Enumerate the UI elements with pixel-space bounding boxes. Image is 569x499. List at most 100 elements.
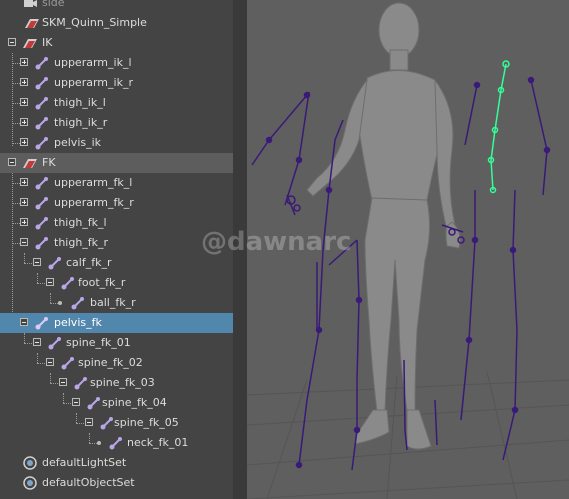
outliner-item-spine-fk-05[interactable]: spine_fk_05	[0, 413, 233, 433]
collapse-toggle[interactable]	[8, 158, 16, 166]
joint-icon	[35, 77, 48, 90]
outliner-item-label: spine_fk_05	[114, 416, 179, 429]
outliner-item-label: pelvis_fk	[54, 316, 102, 329]
collapse-toggle[interactable]	[8, 38, 16, 46]
character-mesh	[306, 2, 461, 450]
expand-toggle[interactable]	[20, 118, 28, 126]
outliner-item-spine-fk-02[interactable]: spine_fk_02	[0, 353, 233, 373]
outliner-item-upperarm-ik-l[interactable]: upperarm_ik_l	[0, 53, 233, 73]
outliner-item-spine-fk-01[interactable]: spine_fk_01	[0, 333, 233, 353]
outliner-item-label: thigh_fk_r	[54, 236, 109, 249]
outliner-item-label: thigh_fk_l	[54, 216, 107, 229]
collapse-toggle[interactable]	[33, 338, 41, 346]
outliner-item-label: ball_fk_r	[90, 296, 136, 309]
joint-icon	[35, 117, 48, 130]
joint-icon	[74, 377, 87, 390]
joint-icon	[109, 437, 122, 450]
mesh-icon	[25, 19, 39, 28]
outliner-item-foot-fk-r[interactable]: foot_fk_r	[0, 273, 233, 293]
joint-icon	[35, 317, 48, 330]
collapse-toggle[interactable]	[59, 378, 67, 386]
outliner-item-label: spine_fk_01	[66, 336, 131, 349]
outliner-item-label: spine_fk_02	[78, 356, 143, 369]
collapse-toggle[interactable]	[46, 358, 54, 366]
joint-icon	[71, 297, 84, 310]
expand-toggle[interactable]	[20, 198, 28, 206]
outliner-item-side[interactable]: side	[0, 0, 233, 13]
collapse-toggle[interactable]	[33, 258, 41, 266]
camera-icon	[24, 0, 37, 7]
collapse-toggle[interactable]	[20, 238, 28, 246]
outliner-item-label: defaultObjectSet	[42, 476, 135, 489]
joint-icon	[35, 57, 48, 70]
outliner-item-fk[interactable]: FK	[0, 153, 233, 173]
expand-toggle[interactable]	[20, 78, 28, 86]
outliner-item-thigh-fk-r[interactable]: thigh_fk_r	[0, 233, 233, 253]
outliner-item-label: upperarm_ik_l	[54, 56, 132, 69]
outliner-item-label: defaultLightSet	[42, 456, 127, 469]
outliner-item-label: spine_fk_04	[102, 396, 167, 409]
collapse-toggle[interactable]	[46, 278, 54, 286]
joint-icon	[35, 137, 48, 150]
set-icon	[23, 456, 37, 470]
expand-toggle[interactable]	[20, 178, 28, 186]
outliner-item-pelvis-fk[interactable]: pelvis_fk	[0, 313, 233, 333]
outliner-item-calf-fk-r[interactable]: calf_fk_r	[0, 253, 233, 273]
set-icon	[23, 476, 37, 490]
leaf-dot	[58, 301, 62, 305]
joint-icon	[87, 397, 100, 410]
collapse-toggle[interactable]	[20, 318, 28, 326]
collapse-toggle[interactable]	[72, 398, 80, 406]
outliner-item-skm-quinn-simple[interactable]: SKM_Quinn_Simple	[0, 13, 233, 33]
outliner-item-label: FK	[42, 156, 56, 169]
collapse-toggle[interactable]	[85, 418, 93, 426]
outliner-item-ik[interactable]: IK	[0, 33, 233, 53]
outliner-item-default-object-set[interactable]: defaultObjectSet	[0, 473, 233, 493]
outliner-item-upperarm-fk-l[interactable]: upperarm_fk_l	[0, 173, 233, 193]
joint-icon	[48, 257, 61, 270]
group-icon	[23, 159, 37, 168]
outliner-item-label: upperarm_fk_r	[54, 196, 134, 209]
outliner-item-label: IK	[42, 36, 53, 49]
joint-icon	[48, 337, 61, 350]
outliner-item-neck-fk-01[interactable]: neck_fk_01	[0, 433, 233, 453]
group-icon	[23, 39, 37, 48]
outliner-item-label: pelvis_ik	[54, 136, 102, 149]
outliner-item-label: thigh_ik_l	[54, 96, 106, 109]
joint-icon	[35, 217, 48, 230]
joint-icon	[100, 417, 113, 430]
outliner-item-label: calf_fk_r	[66, 256, 112, 269]
outliner-item-label: upperarm_fk_l	[54, 176, 133, 189]
joint-icon	[35, 97, 48, 110]
outliner-panel: side SKM_Quinn_Simple IK upperarm_ik_l u…	[0, 0, 233, 499]
outliner-item-label: side	[42, 0, 65, 9]
expand-toggle[interactable]	[20, 138, 28, 146]
outliner-item-ball-fk-r[interactable]: ball_fk_r	[0, 293, 233, 313]
outliner-item-pelvis-ik[interactable]: pelvis_ik	[0, 133, 233, 153]
outliner-item-label: thigh_ik_r	[54, 116, 108, 129]
joint-icon	[61, 277, 74, 290]
outliner-item-spine-fk-03[interactable]: spine_fk_03	[0, 373, 233, 393]
joint-icon	[35, 237, 48, 250]
outliner-item-thigh-ik-r[interactable]: thigh_ik_r	[0, 113, 233, 133]
outliner-item-spine-fk-04[interactable]: spine_fk_04	[0, 393, 233, 413]
watermark-text: @dawnarc	[201, 227, 352, 257]
selected-joint-chain	[487, 60, 510, 194]
outliner-item-label: neck_fk_01	[127, 436, 189, 449]
joint-icon	[61, 357, 74, 370]
outliner-item-default-light-set[interactable]: defaultLightSet	[0, 453, 233, 473]
joint-icon	[35, 197, 48, 210]
outliner-item-upperarm-ik-r[interactable]: upperarm_ik_r	[0, 73, 233, 93]
joint-icon	[35, 177, 48, 190]
outliner-item-thigh-ik-l[interactable]: thigh_ik_l	[0, 93, 233, 113]
leaf-dot	[97, 441, 101, 445]
expand-toggle[interactable]	[20, 98, 28, 106]
outliner-item-upperarm-fk-r[interactable]: upperarm_fk_r	[0, 193, 233, 213]
outliner-item-label: SKM_Quinn_Simple	[42, 16, 147, 29]
expand-toggle[interactable]	[20, 218, 28, 226]
expand-toggle[interactable]	[20, 58, 28, 66]
outliner-item-label: spine_fk_03	[90, 376, 155, 389]
outliner-item-label: foot_fk_r	[78, 276, 126, 289]
outliner-item-thigh-fk-l[interactable]: thigh_fk_l	[0, 213, 233, 233]
outliner-item-label: upperarm_ik_r	[54, 76, 133, 89]
